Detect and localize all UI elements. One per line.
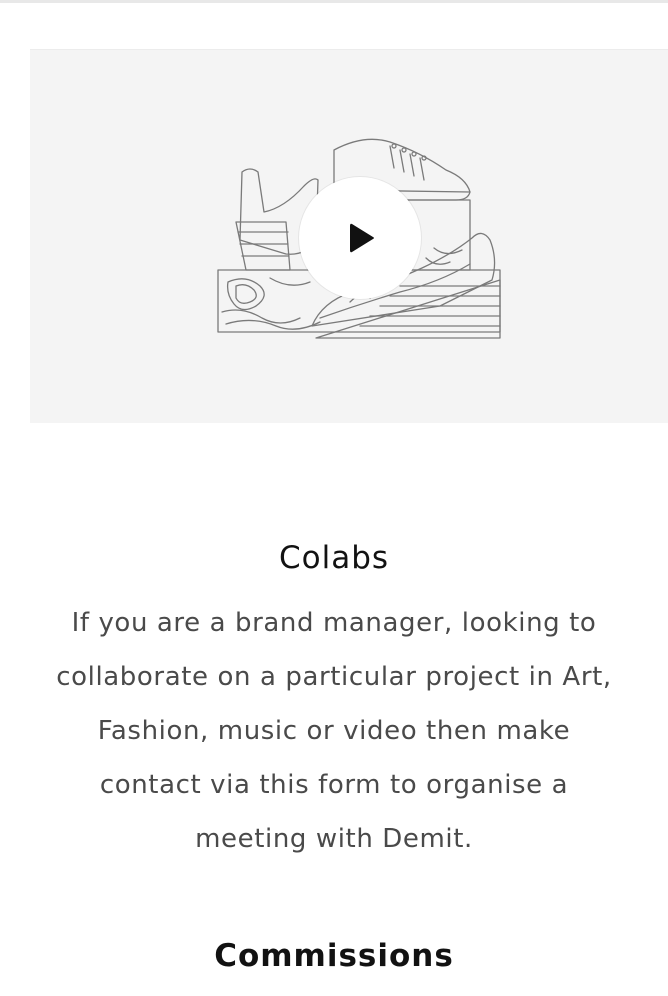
colabs-section: Colabs If you are a brand manager, looki… <box>0 520 668 866</box>
top-divider <box>0 0 668 3</box>
play-button[interactable] <box>299 177 421 299</box>
play-icon <box>350 223 374 253</box>
colabs-description: If you are a brand manager, looking to c… <box>56 608 612 854</box>
colabs-title: Colabs <box>278 540 390 576</box>
video-player[interactable] <box>30 49 668 423</box>
commissions-title: Commissions <box>214 938 454 974</box>
